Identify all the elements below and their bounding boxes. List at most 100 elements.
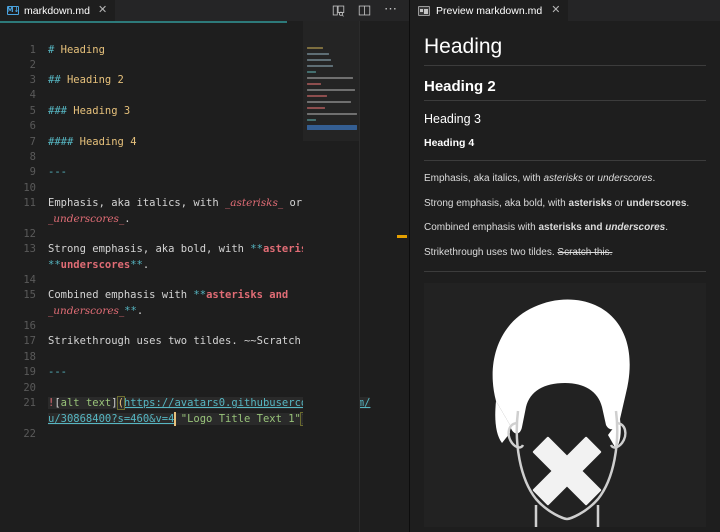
preview-icon — [418, 5, 430, 16]
heading3-marker: ### — [48, 105, 67, 117]
overview-ruler-mark — [397, 235, 407, 238]
preview-text-strong: asterisks and — [538, 222, 606, 233]
preview-text-strong: underscores — [626, 197, 687, 209]
preview-text-normal: . — [665, 222, 669, 233]
line-number: 19 — [23, 366, 36, 378]
strong-token-2: underscores — [60, 259, 131, 271]
minimap-border — [359, 21, 360, 532]
preview-text-normal: . — [652, 173, 656, 184]
strong-plain-text: Strong emphasis, aka bold, with — [48, 243, 251, 255]
line-number: 18 — [23, 351, 36, 363]
preview-text-normal: . — [686, 197, 690, 209]
emphasis-plain-text: Emphasis, aka italics, with — [48, 197, 226, 209]
line-number: 12 — [23, 228, 36, 240]
heading4-marker: #### — [48, 136, 74, 148]
preview-horizontal-rule-1 — [424, 160, 706, 161]
preview-text-normal: or — [611, 197, 627, 209]
image-title-string: "Logo Title Text 1" — [180, 413, 301, 425]
line-number: 13 — [23, 243, 36, 255]
open-preview-to-side-icon[interactable] — [332, 4, 345, 17]
tab-preview-markdown[interactable]: Preview markdown.md ✕ — [410, 0, 569, 21]
preview-group: Preview markdown.md ✕ Heading Heading 2 … — [410, 0, 720, 532]
avatar-image — [424, 283, 706, 527]
preview-text-del: Scratch this. — [557, 246, 613, 258]
code-line-7: #### Heading 4 — [48, 136, 137, 148]
preview-horizontal-rule-2 — [424, 271, 706, 272]
preview-text-strong: asterisks — [568, 197, 612, 209]
preview-paragraph-combined: Combined emphasis with asterisks and und… — [424, 221, 706, 236]
line-number: 21 — [23, 397, 36, 409]
preview-text-normal: or — [582, 173, 598, 184]
emphasis-token-2: _underscores_ — [48, 213, 125, 225]
editor-tab-actions: ⋯ — [332, 0, 409, 21]
code-line-11b: _underscores_. — [48, 213, 131, 225]
code-area[interactable]: 1 2 3 4 5 6 7 8 9 10 11 12 13 14 15 16 1 — [0, 21, 409, 532]
line-number: 9 — [29, 166, 36, 178]
heading4-text: Heading 4 — [73, 136, 137, 148]
line-number: 11 — [23, 197, 36, 209]
strong-period: . — [142, 259, 150, 271]
preview-text-em: asterisks — [543, 173, 583, 184]
markdown-preview-content[interactable]: Heading Heading 2 Heading 3 Heading 4 Em… — [410, 21, 720, 532]
tab-markdown-md[interactable]: M↓ markdown.md ✕ — [0, 0, 117, 21]
line-number: 6 — [29, 120, 36, 132]
line-number: 7 — [29, 136, 36, 148]
line-number: 15 — [23, 289, 36, 301]
line-number: 22 — [23, 428, 36, 440]
code-line-15b: _underscores_**. — [48, 305, 143, 317]
line-number: 17 — [23, 335, 36, 347]
preview-heading-4: Heading 4 — [424, 137, 475, 149]
text-cursor — [174, 412, 176, 426]
more-actions-icon[interactable]: ⋯ — [384, 2, 397, 17]
strong-open-stars-2: ** — [48, 259, 61, 271]
emphasis-plain-text-2: or — [283, 197, 303, 209]
preview-heading-1: Heading — [424, 35, 706, 66]
line-number: 8 — [29, 151, 36, 163]
code-line-9: --- — [48, 166, 67, 178]
horizontal-rule-token-2: --- — [48, 366, 67, 378]
strong-close-stars-2: ** — [130, 259, 143, 271]
code-line-11a: Emphasis, aka italics, with _asterisks_ … — [48, 197, 302, 209]
line-number: 20 — [23, 382, 36, 394]
vscode-window: M↓ markdown.md ✕ ⋯ 1 2 3 4 5 6 7 8 9 10 … — [0, 0, 720, 532]
line-number: 10 — [23, 182, 36, 194]
strong-open-stars: ** — [250, 243, 263, 255]
preview-paragraph-list: Emphasis, aka italics, with asterisks or… — [424, 172, 706, 260]
code-line-1: # Heading — [48, 44, 105, 56]
image-alt-text: alt text — [60, 397, 112, 409]
line-number: 2 — [29, 59, 36, 71]
preview-paragraph-strikethrough: Strikethrough uses two tildes. Scratch t… — [424, 246, 706, 261]
line-number: 4 — [29, 89, 36, 101]
combined-open-stars: ** — [193, 289, 207, 301]
editor-body[interactable]: 1 2 3 4 5 6 7 8 9 10 11 12 13 14 15 16 1 — [0, 21, 409, 532]
preview-tab-bar: Preview markdown.md ✕ — [410, 0, 720, 21]
preview-heading-3: Heading 3 — [424, 112, 481, 126]
preview-text-normal: Strikethrough uses two tildes. — [424, 246, 558, 258]
image-url-part2[interactable]: u/30868400?s=460&v=4 — [48, 413, 174, 425]
editor-group: M↓ markdown.md ✕ ⋯ 1 2 3 4 5 6 7 8 9 10 … — [0, 0, 410, 532]
emphasis-token: _asterisks_ — [225, 197, 284, 209]
line-number-gutter: 1 2 3 4 5 6 7 8 9 10 11 12 13 14 15 16 1 — [0, 21, 44, 532]
code-line-3: ## Heading 2 — [48, 74, 124, 86]
close-icon[interactable]: ✕ — [98, 5, 107, 16]
minimap-slider[interactable] — [303, 21, 359, 141]
heading1-text: Heading — [54, 44, 105, 56]
code-line-5: ### Heading 3 — [48, 105, 130, 117]
horizontal-rule-token: --- — [48, 166, 67, 178]
code-line-13b: **underscores**. — [48, 259, 149, 271]
line-number: 16 — [23, 320, 36, 332]
combined-em-token: _underscores_ — [48, 305, 125, 317]
image-close-bracket: ] — [111, 397, 118, 409]
preview-tab-label: Preview markdown.md — [436, 4, 543, 17]
preview-image-wrapper — [424, 283, 706, 527]
code-line-19: --- — [48, 366, 67, 378]
heading2-marker: ## — [48, 74, 61, 86]
line-number: 5 — [29, 105, 36, 117]
close-icon[interactable]: ✕ — [551, 5, 560, 16]
overview-ruler[interactable] — [395, 21, 409, 532]
line-number: 14 — [23, 274, 36, 286]
emphasis-period: . — [124, 213, 131, 225]
combined-plain-text: Combined emphasis with — [48, 289, 194, 301]
preview-heading-2: Heading 2 — [424, 78, 706, 101]
split-editor-icon[interactable] — [358, 4, 371, 17]
